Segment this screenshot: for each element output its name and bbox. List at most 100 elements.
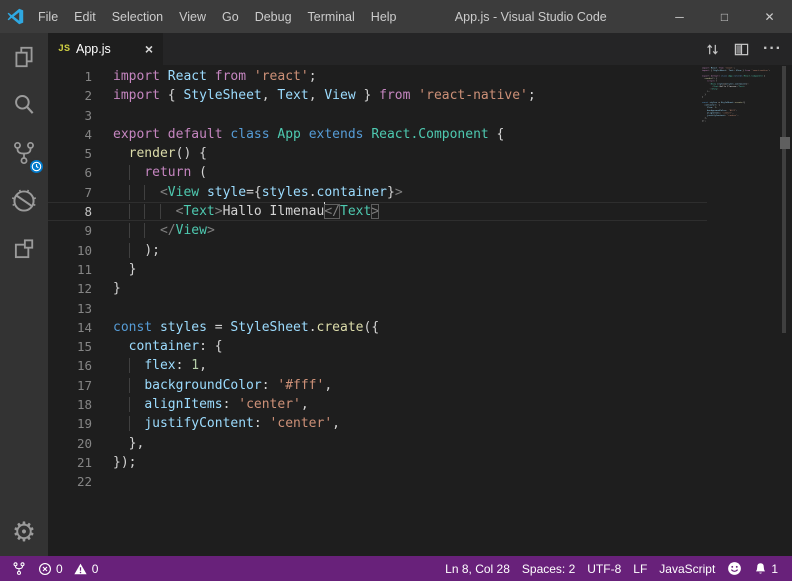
code-line-18[interactable]: 18 alignItems: 'center', [48, 395, 707, 414]
code-token: View [168, 185, 199, 200]
code-line-11[interactable]: 11 } [48, 260, 707, 279]
menu-edit[interactable]: Edit [66, 0, 104, 33]
eol-setting[interactable]: LF [627, 562, 653, 576]
code-token: </ [324, 204, 340, 219]
menu-file[interactable]: File [30, 0, 66, 33]
line-number: 14 [48, 318, 92, 337]
ellipsis-icon: ··· [763, 40, 782, 58]
code-line-4[interactable]: 4export default class App extends React.… [48, 125, 707, 144]
code-token: { [160, 88, 183, 103]
code-line-14[interactable]: 14const styles = StyleSheet.create({ [48, 318, 707, 337]
code-token: StyleSheet [183, 88, 261, 103]
indent-guide [129, 358, 145, 373]
code-line-19[interactable]: 19 justifyContent: 'center', [48, 414, 707, 433]
sidebar-item-source-control[interactable] [0, 129, 48, 177]
code-line-22[interactable]: 22 [48, 472, 707, 491]
indent [113, 165, 129, 180]
code-line-15[interactable]: 15 container: { [48, 337, 707, 356]
code-token [160, 127, 168, 142]
line-content [92, 299, 113, 318]
indent [113, 243, 129, 258]
code-line-6[interactable]: 6 return ( [48, 163, 707, 182]
code-token: render [129, 146, 176, 161]
menubar: FileEditSelectionViewGoDebugTerminalHelp [30, 0, 405, 33]
code-line-1[interactable]: 1import React from 'react'; [48, 67, 707, 86]
line-content: } [92, 260, 136, 279]
menu-go[interactable]: Go [214, 0, 247, 33]
code-line-12[interactable]: 12} [48, 279, 707, 298]
minimap[interactable]: import React from 'react';import { Style… [702, 65, 778, 556]
line-number: 6 [48, 163, 92, 182]
line-content: import { StyleSheet, Text, View } from '… [92, 86, 536, 105]
code-token: Text [340, 204, 371, 219]
settings-button[interactable]: ⚙ [0, 508, 48, 556]
indent-guide [129, 185, 145, 200]
code-token: () { [176, 146, 207, 161]
code-token: ({ [364, 320, 380, 335]
code-line-17[interactable]: 17 backgroundColor: '#fff', [48, 376, 707, 395]
indent-guide [144, 223, 160, 238]
code-line-10[interactable]: 10 ); [48, 241, 707, 260]
error-count: 0 [56, 562, 63, 576]
code-token: StyleSheet [230, 320, 308, 335]
code-token: , [262, 88, 278, 103]
git-branch-indicator[interactable] [6, 561, 32, 576]
editor-scrollbar[interactable] [779, 65, 792, 556]
notifications-button[interactable]: 1 [748, 561, 784, 576]
line-number: 1 [48, 67, 92, 86]
code-line-3[interactable]: 3 [48, 106, 707, 125]
code-line-21[interactable]: 21}); [48, 453, 707, 472]
code-line-9[interactable]: 9 </View> [48, 221, 707, 240]
code-token: return [144, 165, 191, 180]
menu-selection[interactable]: Selection [104, 0, 171, 33]
file-encoding[interactable]: UTF-8 [581, 562, 627, 576]
menu-help[interactable]: Help [363, 0, 405, 33]
indentation-setting[interactable]: Spaces: 2 [516, 562, 581, 576]
code-token: , [309, 88, 325, 103]
line-content [92, 106, 113, 125]
line-content: container: { [92, 337, 223, 356]
swap-icon [705, 42, 720, 57]
scrollbar-thumb[interactable] [782, 66, 786, 333]
line-number: 15 [48, 337, 92, 356]
feedback-button[interactable] [721, 561, 748, 576]
code-token: > [371, 204, 379, 219]
line-number: 2 [48, 86, 92, 105]
sidebar-item-debug[interactable] [0, 177, 48, 225]
more-actions-button[interactable]: ··· [763, 40, 782, 58]
menu-terminal[interactable]: Terminal [300, 0, 363, 33]
close-button[interactable]: ✕ [747, 0, 792, 33]
code-token: container [129, 339, 199, 354]
code-line-8[interactable]: 8 <Text>Hallo Ilmenau</Text> [48, 202, 707, 221]
code-line-20[interactable]: 20 }, [48, 434, 707, 453]
code-token: Text [183, 204, 214, 219]
sidebar-item-extensions[interactable] [0, 225, 48, 273]
code-editor[interactable]: 1import React from 'react';2import { Sty… [48, 65, 792, 556]
smiley-icon [727, 561, 742, 576]
line-number: 11 [48, 260, 92, 279]
indent [113, 397, 129, 412]
code-token: </ [160, 223, 176, 238]
code-line-13[interactable]: 13 [48, 299, 707, 318]
maximize-button[interactable]: □ [702, 0, 747, 33]
language-mode[interactable]: JavaScript [653, 562, 721, 576]
sidebar-item-search[interactable] [0, 81, 48, 129]
problems-indicator[interactable]: 0 0 [32, 562, 104, 576]
tab-close-icon[interactable]: × [143, 41, 155, 57]
swap-editors-button[interactable] [705, 42, 720, 57]
minimize-button[interactable]: ─ [657, 0, 702, 33]
code-line-16[interactable]: 16 flex: 1, [48, 356, 707, 375]
code-line-7[interactable]: 7 <View style={styles.container}> [48, 183, 707, 202]
tab-appjs[interactable]: JS App.js × [48, 33, 163, 65]
sidebar-item-explorer[interactable] [0, 33, 48, 81]
split-editor-button[interactable] [734, 42, 749, 57]
line-content: const styles = StyleSheet.create({ [92, 318, 379, 337]
menu-view[interactable]: View [171, 0, 214, 33]
code-line-2[interactable]: 2import { StyleSheet, Text, View } from … [48, 86, 707, 105]
cursor-position[interactable]: Ln 8, Col 28 [439, 562, 516, 576]
code-token: : [176, 358, 192, 373]
code-line-5[interactable]: 5 render() { [48, 144, 707, 163]
code-token: alignItems [144, 397, 222, 412]
code-token [301, 127, 309, 142]
menu-debug[interactable]: Debug [247, 0, 300, 33]
